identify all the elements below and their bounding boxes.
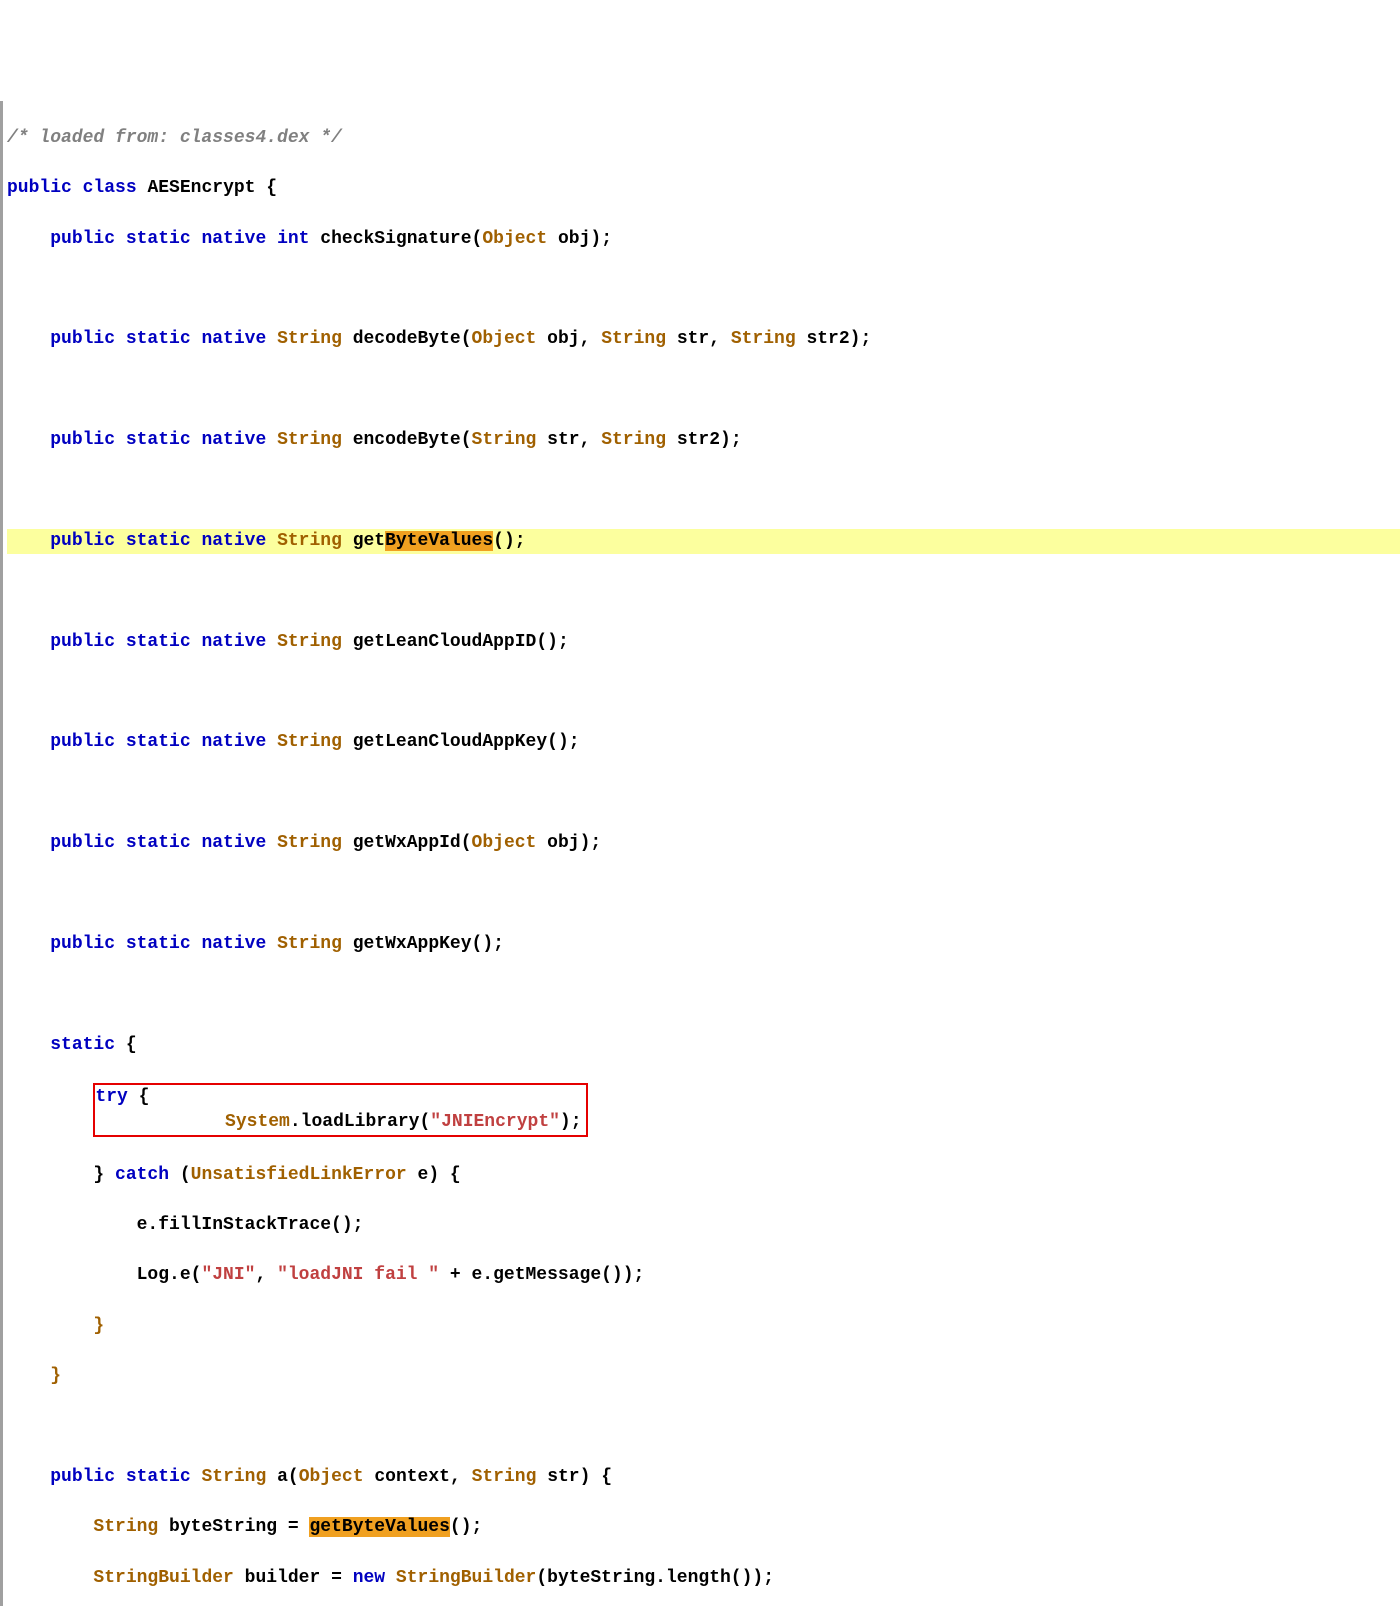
code-line: StringBuilder builder = new StringBuilde…: [7, 1566, 1400, 1591]
highlighted-line: public static native String getByteValue…: [7, 529, 1400, 554]
code-line: }: [7, 1364, 1400, 1389]
code-line: public static String a(Object context, S…: [7, 1465, 1400, 1490]
code-line: public static native String getLeanCloud…: [7, 730, 1400, 755]
code-line: Log.e("JNI", "loadJNI fail " + e.getMess…: [7, 1263, 1400, 1288]
code-line: [7, 479, 1400, 504]
code-line: [7, 1415, 1400, 1440]
code-line: [7, 277, 1400, 302]
code-line: [7, 882, 1400, 907]
code-line: [7, 579, 1400, 604]
code-line: String byteString = getByteValues();: [7, 1515, 1400, 1540]
code-line: } catch (UnsatisfiedLinkError e) {: [7, 1163, 1400, 1188]
red-highlight-box: try { System.loadLibrary("JNIEncrypt");: [93, 1083, 587, 1137]
code-line: public static native String getLeanCloud…: [7, 630, 1400, 655]
code-line: public static native String decodeByte(O…: [7, 327, 1400, 352]
code-line: static {: [7, 1033, 1400, 1058]
highlight-token: getByteValues: [309, 1517, 449, 1537]
highlight-token: ByteValues: [385, 531, 493, 551]
code-line: try { System.loadLibrary("JNIEncrypt");: [7, 1083, 1400, 1137]
code-line: [7, 680, 1400, 705]
code-line: e.fillInStackTrace();: [7, 1213, 1400, 1238]
code-line: public static native String encodeByte(S…: [7, 428, 1400, 453]
code-line: /* loaded from: classes4.dex */: [7, 126, 1400, 151]
code-line: public class AESEncrypt {: [7, 176, 1400, 201]
code-line: [7, 982, 1400, 1007]
code-line: public static native String getWxAppId(O…: [7, 831, 1400, 856]
code-line: public static native int checkSignature(…: [7, 227, 1400, 252]
code-editor: /* loaded from: classes4.dex */ public c…: [0, 101, 1400, 1606]
code-line: }: [7, 1314, 1400, 1339]
comment: /* loaded from: classes4.dex */: [7, 128, 342, 148]
code-line: [7, 378, 1400, 403]
code-line: public static native String getWxAppKey(…: [7, 932, 1400, 957]
code-line: [7, 781, 1400, 806]
